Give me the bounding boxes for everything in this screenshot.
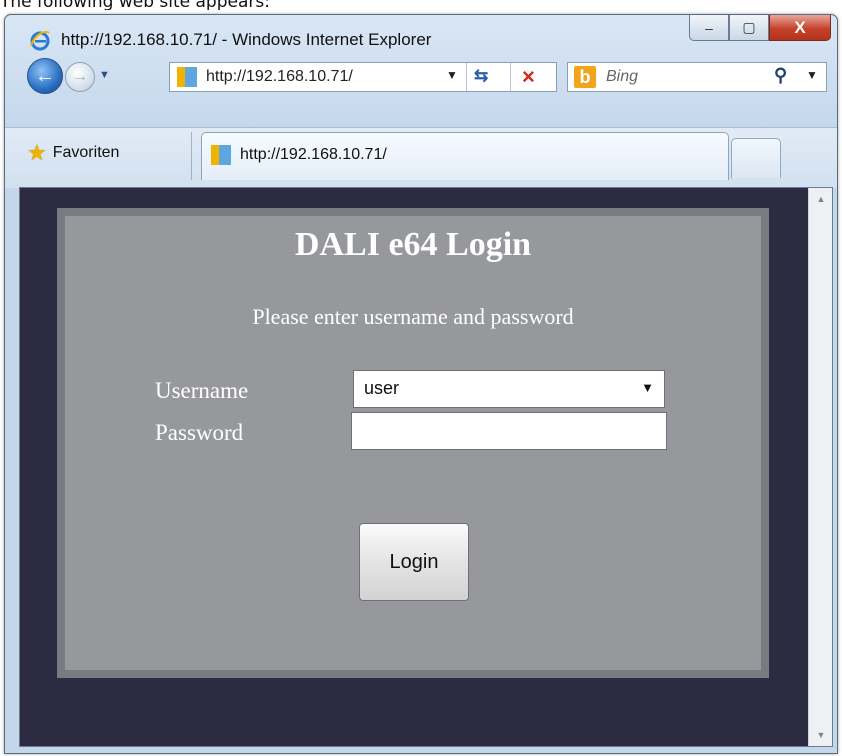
login-panel: DALI e64 Login Please enter username and…	[57, 208, 769, 678]
window-title: http://192.168.10.71/ - Windows Internet…	[61, 30, 432, 49]
chevron-down-icon: ▼	[641, 380, 654, 395]
address-separator	[510, 63, 511, 91]
password-label: Password	[155, 420, 244, 445]
tab-current-page[interactable]: http://192.168.10.71/	[201, 132, 729, 180]
window-controls: ‒ ▢ X	[689, 15, 831, 43]
page-favicon-icon	[177, 67, 197, 87]
scroll-down-icon[interactable]: ▼	[809, 724, 833, 746]
browser-window: http://192.168.10.71/ - Windows Internet…	[4, 14, 838, 754]
address-input[interactable]	[206, 68, 426, 86]
tab-separator	[191, 132, 192, 180]
page-viewport: DALI e64 Login Please enter username and…	[19, 187, 833, 747]
search-icon[interactable]: ⚲	[774, 65, 787, 86]
stop-icon[interactable]: ×	[522, 64, 535, 90]
username-label: Username	[155, 378, 249, 403]
maximize-button[interactable]: ▢	[729, 15, 769, 41]
close-icon: X	[794, 17, 806, 37]
password-field[interactable]	[351, 412, 667, 450]
bing-logo-icon: b	[574, 66, 596, 88]
internet-explorer-icon	[30, 30, 50, 51]
scroll-up-icon[interactable]: ▲	[809, 188, 833, 210]
back-arrow-icon: ←	[35, 64, 55, 87]
search-input[interactable]	[606, 68, 756, 86]
tab-favicon-icon	[211, 145, 231, 165]
tab-label: http://192.168.10.71/	[240, 146, 387, 163]
forward-arrow-icon: →	[72, 68, 88, 85]
forward-button[interactable]: →	[65, 62, 95, 92]
close-button[interactable]: X	[769, 15, 831, 41]
login-title: DALI e64 Login	[294, 226, 532, 263]
navigation-bar: ← → ▼ ▼ ⇆ × b ⚲ ▼	[5, 55, 837, 101]
search-box[interactable]: b ⚲ ▼	[567, 62, 827, 92]
minimize-button[interactable]: ‒	[689, 15, 729, 41]
login-subtitle: Please enter username and password	[252, 304, 574, 329]
minimize-icon: ‒	[705, 19, 713, 36]
maximize-icon: ▢	[742, 19, 756, 35]
vertical-scrollbar[interactable]: ▲ ▼	[808, 188, 832, 746]
document-caption: The following web site appears:	[0, 0, 270, 10]
star-icon: ★	[27, 140, 47, 165]
history-dropdown-icon[interactable]: ▼	[99, 69, 110, 81]
login-button[interactable]: Login	[359, 523, 469, 601]
new-tab-button[interactable]	[731, 138, 781, 178]
title-bar[interactable]: http://192.168.10.71/ - Windows Internet…	[5, 15, 837, 59]
username-select[interactable]: user ▼	[353, 370, 665, 408]
refresh-icon[interactable]: ⇆	[474, 66, 488, 86]
tab-bar: ★ Favoriten http://192.168.10.71/	[5, 127, 837, 188]
address-bar[interactable]: ▼ ⇆ ×	[169, 62, 557, 92]
address-separator	[466, 63, 467, 91]
back-button[interactable]: ←	[27, 58, 63, 94]
favorites-button[interactable]: ★ Favoriten	[27, 138, 119, 168]
address-dropdown-icon[interactable]: ▼	[446, 68, 458, 82]
favorites-label: Favoriten	[52, 144, 120, 161]
username-selected-value: user	[364, 378, 400, 398]
search-dropdown-icon[interactable]: ▼	[806, 68, 818, 82]
